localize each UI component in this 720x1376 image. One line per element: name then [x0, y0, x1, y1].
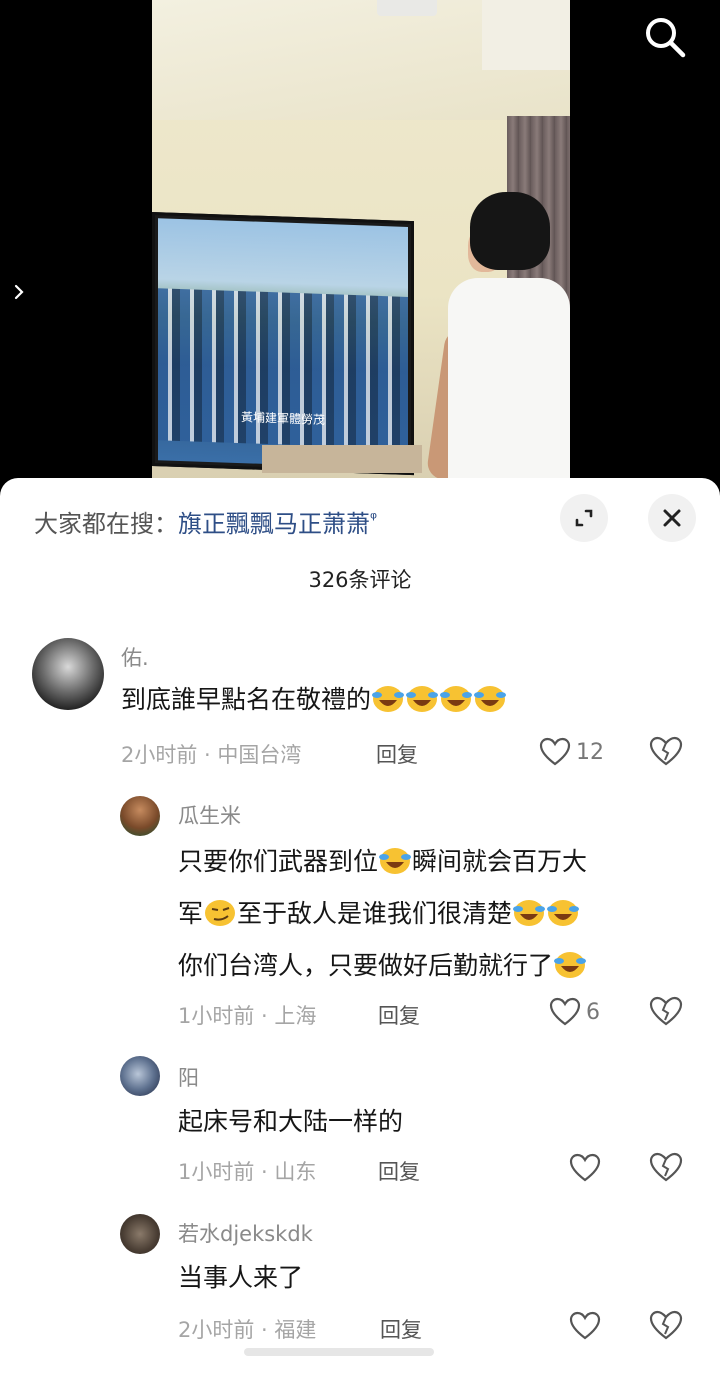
comment-text-line: 军 至于敌人是谁我们很清楚: [178, 888, 698, 940]
comment-text-content: 瞬间就会百万大: [412, 847, 588, 876]
comment-text-line: 你们台湾人，只要做好后勤就行了: [178, 940, 698, 992]
comment-time-location: 1小时前 · 上海: [178, 1004, 317, 1028]
comment-text-line: 只要你们武器到位 瞬间就会百万大: [178, 836, 698, 888]
comment-text-content: 至于敌人是谁我们很清楚: [237, 899, 513, 928]
like-button[interactable]: 12: [538, 734, 604, 770]
comment-time-location: 1小时前 · 山东: [178, 1160, 317, 1184]
like-button[interactable]: 6: [548, 994, 600, 1030]
comment-text-content: 你们台湾人，只要做好后勤就行了: [178, 951, 554, 980]
reply-button[interactable]: 回复: [376, 739, 418, 769]
like-count: 6: [586, 999, 600, 1025]
comment-text: 当事人来了: [178, 1263, 304, 1292]
video-person-body: [448, 278, 570, 490]
avatar[interactable]: [32, 638, 104, 710]
broken-heart-icon: [649, 996, 683, 1026]
like-button[interactable]: [568, 1150, 602, 1186]
avatar[interactable]: [120, 1056, 160, 1096]
comment-text-content: 军: [178, 899, 204, 928]
search-small-icon: ᵠ: [370, 509, 378, 529]
laugh-cry-emoji-icon: [513, 900, 546, 926]
home-indicator: [244, 1348, 434, 1356]
comment-text: 只要你们武器到位 瞬间就会百万大 军 至于敌人是谁我们很清楚 你们台湾人，只要做好后…: [178, 836, 698, 992]
laugh-cry-emoji-icon: [372, 686, 405, 712]
comment-username[interactable]: 若水djekskdk: [178, 1218, 313, 1248]
laugh-cry-emoji-icon: [474, 686, 507, 712]
search-suggestion-keyword[interactable]: 旗正飄飄马正萧萧: [178, 510, 370, 538]
laugh-cry-emoji-icon: [440, 686, 473, 712]
laugh-cry-emoji-icon: [406, 686, 439, 712]
video-tv-stand: [262, 445, 422, 473]
laugh-cry-emoji-icon: [554, 952, 587, 978]
video-frame[interactable]: 黃埔建軍體勞茂: [152, 0, 570, 490]
search-icon: [646, 18, 686, 58]
expand-icon: [575, 509, 593, 527]
reply-button[interactable]: 回复: [378, 1156, 420, 1186]
comment-text: 起床号和大陆一样的: [178, 1107, 404, 1136]
tv-screen: 黃埔建軍體勞茂: [158, 218, 408, 469]
comment-username[interactable]: 瓜生米: [178, 800, 241, 830]
avatar[interactable]: [120, 1214, 160, 1254]
dislike-button[interactable]: [648, 1150, 684, 1186]
avatar[interactable]: [120, 796, 160, 836]
comment-username[interactable]: 阳: [178, 1062, 199, 1092]
comment-count: 326条评论: [308, 568, 412, 592]
search-button[interactable]: [640, 12, 690, 62]
video-television: 黃埔建軍體勞茂: [152, 212, 414, 476]
heart-icon: [569, 1311, 601, 1340]
search-suggestion-prefix: 大家都在搜：: [34, 510, 178, 538]
video-ceiling-beam: [482, 0, 570, 70]
expand-button[interactable]: [560, 494, 608, 542]
close-button[interactable]: [648, 494, 696, 542]
reply-button[interactable]: 回复: [378, 1000, 420, 1030]
reply-item: 阳 起床号和大陆一样的 1小时前 · 山东 回复: [0, 1056, 720, 1192]
reply-item: 瓜生米 只要你们武器到位 瞬间就会百万大 军 至于敌人是谁我们很清楚 你们台湾人，只…: [0, 796, 720, 1032]
laugh-cry-emoji-icon: [379, 848, 412, 874]
comment-sheet: 大家都在搜：旗正飄飄马正萧萧ᵠ 326条评论 佑. 到底誰早點名在敬禮的 2小时…: [0, 478, 720, 1376]
video-player[interactable]: 黃埔建軍體勞茂: [0, 0, 720, 490]
dislike-button[interactable]: [648, 1308, 684, 1344]
heart-icon: [549, 997, 581, 1026]
video-person-head: [470, 192, 550, 270]
like-count: 12: [576, 739, 604, 765]
dislike-button[interactable]: [648, 994, 684, 1030]
comment-time-location: 2小时前 · 福建: [178, 1318, 317, 1342]
heart-icon: [569, 1153, 601, 1182]
broken-heart-icon: [649, 736, 683, 766]
laugh-cry-emoji-icon: [547, 900, 580, 926]
heart-icon: [539, 737, 571, 766]
broken-heart-icon: [649, 1152, 683, 1182]
comment-item: 佑. 到底誰早點名在敬禮的 2小时前 · 中国台湾 回复 12: [0, 636, 720, 776]
dislike-button[interactable]: [648, 734, 684, 770]
broken-heart-icon: [649, 1310, 683, 1340]
smirk-emoji-icon: [205, 900, 236, 926]
reply-button[interactable]: 回复: [380, 1314, 422, 1344]
comment-text: 到底誰早點名在敬禮的: [121, 674, 507, 726]
search-suggestion: 大家都在搜：旗正飄飄马正萧萧ᵠ: [34, 504, 377, 539]
like-button[interactable]: [568, 1308, 602, 1344]
chevron-right-icon[interactable]: [10, 278, 30, 306]
comment-text-content: 到底誰早點名在敬禮的: [121, 685, 372, 714]
reply-item: 若水djekskdk 当事人来了 2小时前 · 福建 回复: [0, 1212, 720, 1348]
video-air-conditioner: [377, 0, 437, 16]
close-icon: [663, 509, 681, 527]
comment-text-content: 只要你们武器到位: [178, 847, 379, 876]
comment-time-location: 2小时前 · 中国台湾: [121, 743, 302, 767]
comment-username[interactable]: 佑.: [121, 642, 149, 672]
